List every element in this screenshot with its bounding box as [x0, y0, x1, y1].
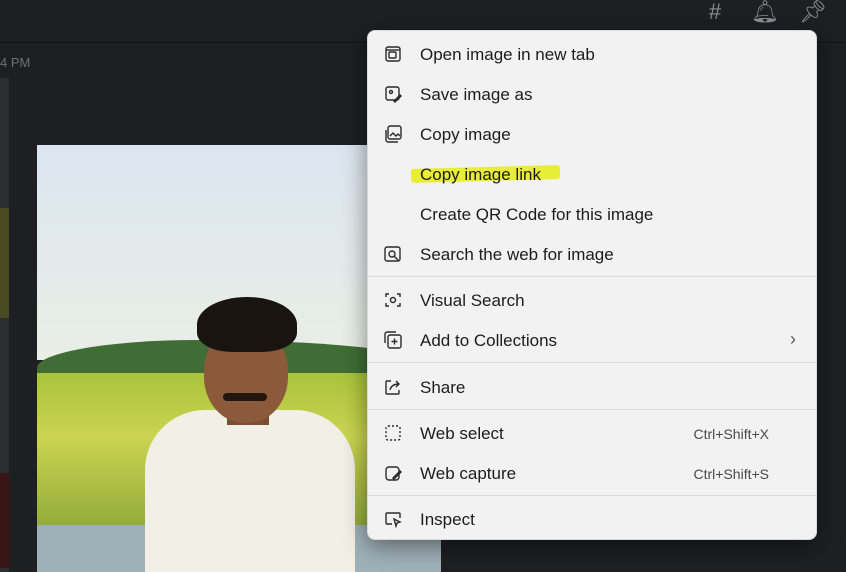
search-web-image-icon	[382, 244, 404, 264]
menu-divider	[368, 276, 816, 277]
chevron-right-icon: ›	[790, 329, 796, 349]
menu-item-web-select[interactable]: Web select Ctrl+Shift+X	[368, 413, 816, 453]
side-panel-edge	[0, 78, 9, 572]
menu-item-web-capture[interactable]: Web capture Ctrl+Shift+S	[368, 453, 816, 493]
bell-icon[interactable]: 🔔︎	[750, 0, 780, 28]
web-select-icon	[382, 423, 404, 443]
menu-divider	[368, 362, 816, 363]
visual-search-icon	[382, 290, 404, 310]
menu-item-inspect[interactable]: Inspect	[368, 499, 816, 539]
thumbnail-strip	[0, 208, 9, 318]
menu-item-share[interactable]: Share	[368, 367, 816, 407]
menu-item-search-web-for-image[interactable]: Search the web for image	[368, 234, 816, 274]
menu-item-copy-image[interactable]: Copy image	[368, 114, 816, 154]
thumbnail-strip	[0, 473, 9, 568]
menu-item-visual-search[interactable]: Visual Search	[368, 280, 816, 320]
image-context-menu: Open image in new tab Save image as Copy…	[367, 30, 817, 540]
menu-item-open-image-new-tab[interactable]: Open image in new tab	[368, 34, 816, 74]
menu-item-copy-image-link[interactable]: Copy image link	[368, 154, 816, 194]
pin-icon[interactable]: 📌︎	[798, 0, 828, 28]
share-icon	[382, 377, 404, 397]
save-image-icon	[382, 84, 404, 104]
menu-item-save-image-as[interactable]: Save image as	[368, 74, 816, 114]
menu-divider	[368, 409, 816, 410]
copy-image-icon	[382, 124, 404, 144]
web-capture-icon	[382, 463, 404, 483]
menu-item-create-qr-code[interactable]: Create QR Code for this image	[368, 194, 816, 234]
collections-icon	[382, 330, 404, 350]
menu-item-add-to-collections[interactable]: Add to Collections ›	[368, 320, 816, 360]
open-new-tab-icon	[382, 44, 404, 64]
message-timestamp: 4 PM	[0, 55, 31, 70]
inspect-icon	[382, 509, 404, 529]
menu-divider	[368, 495, 816, 496]
hashtag-icon[interactable]: #	[700, 0, 730, 28]
